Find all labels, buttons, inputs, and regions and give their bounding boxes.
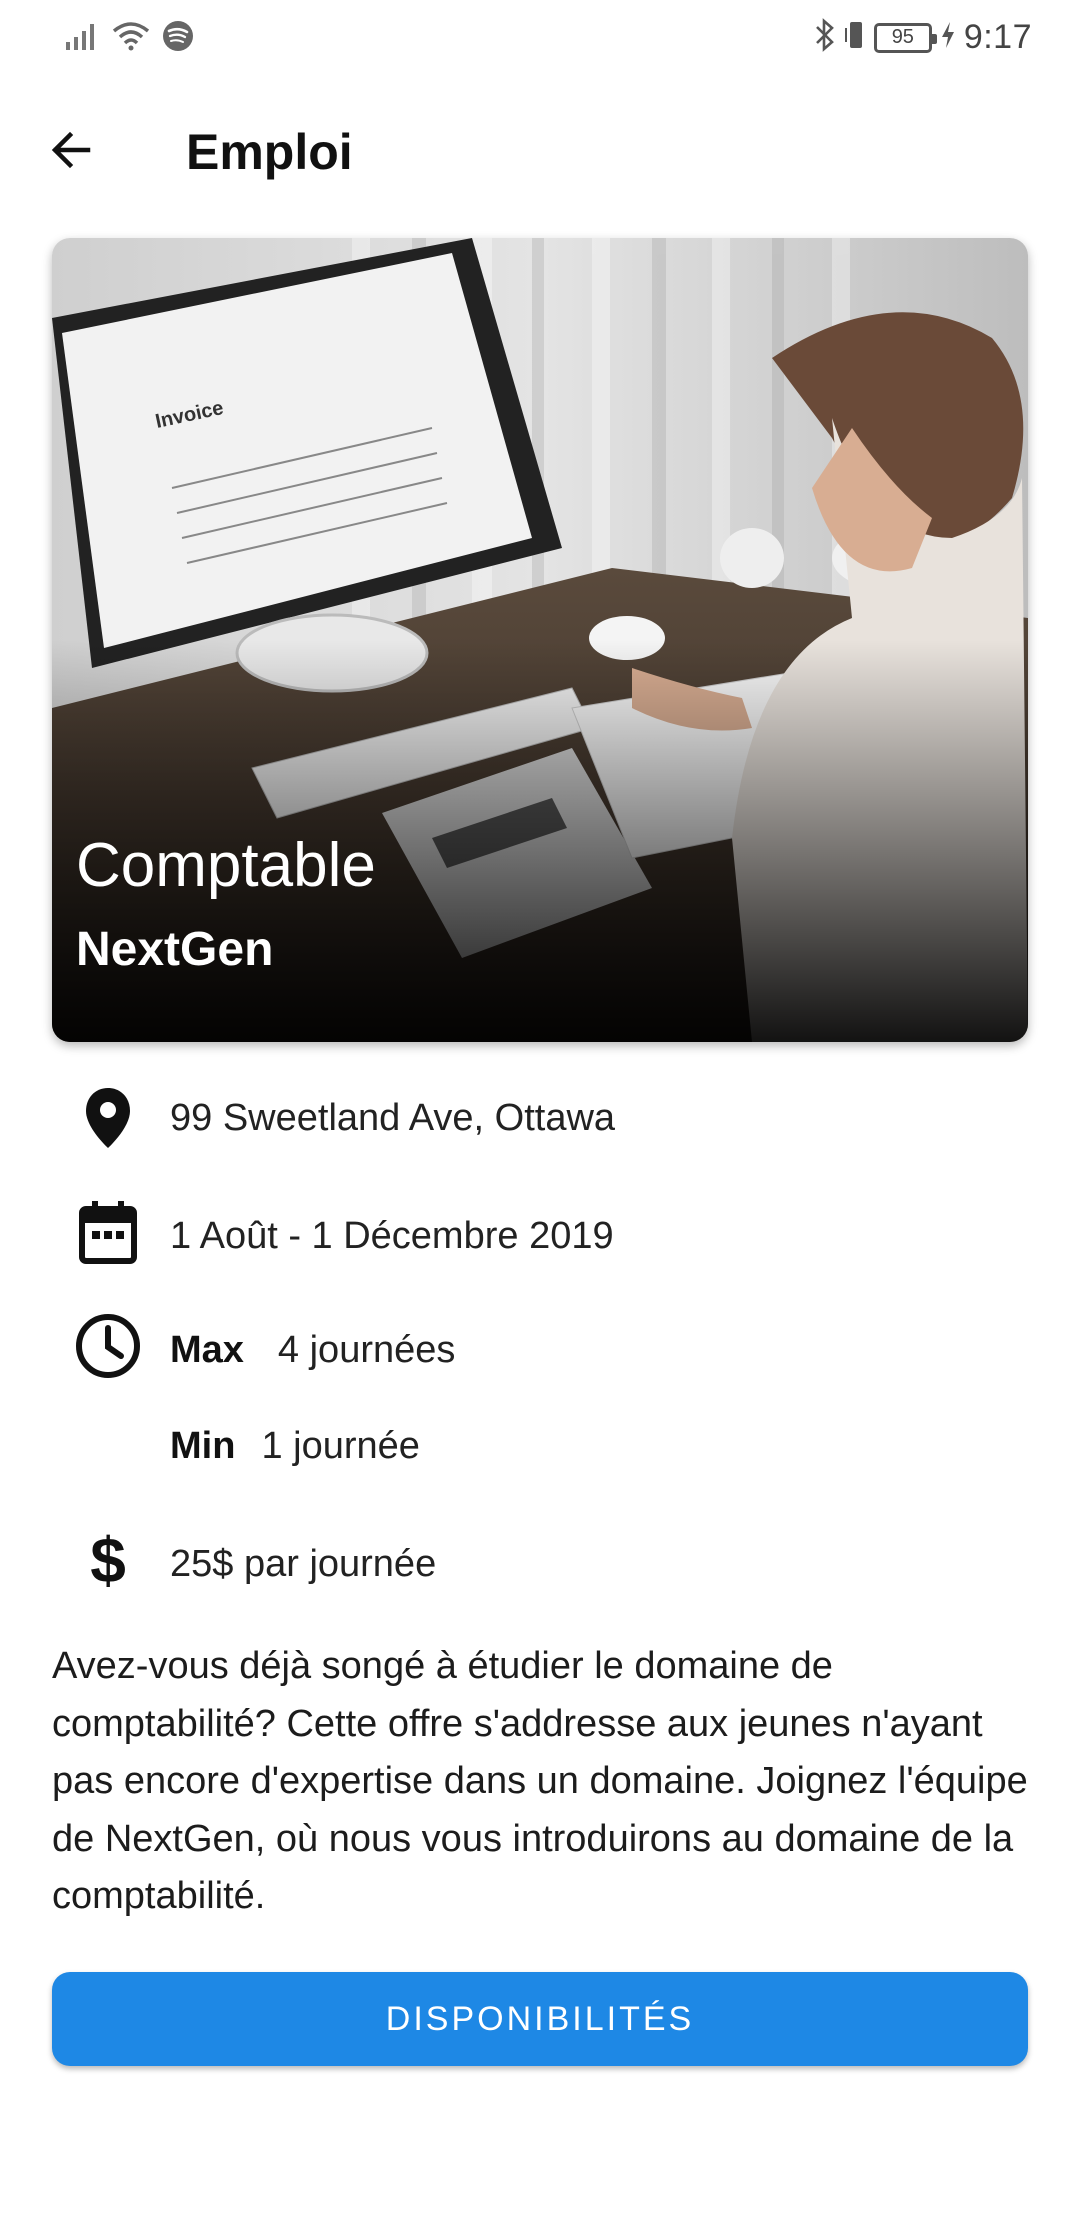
calendar-icon <box>72 1196 144 1268</box>
charging-icon <box>940 20 956 55</box>
min-duration: Min 1 journée <box>170 1422 420 1470</box>
max-duration: Max 4 journées <box>170 1326 455 1374</box>
status-left-icons <box>66 20 194 57</box>
arrow-left-icon <box>48 126 96 179</box>
min-value: 1 journée <box>261 1425 420 1467</box>
job-address: 99 Sweetland Ave, Ottawa <box>170 1097 616 1139</box>
job-description: Avez-vous déjà songé à étudier le domain… <box>52 1645 1028 1917</box>
company-name: NextGen <box>76 923 274 976</box>
max-label: Max <box>170 1329 244 1371</box>
job-title: Comptable <box>76 831 376 900</box>
pay-row: $ 25$ par journée <box>0 1524 1080 1596</box>
duration-max-row: Max 4 journées <box>0 1310 1080 1382</box>
svg-text:$: $ <box>90 1528 126 1592</box>
status-right-icons: 95 9:17 <box>814 18 1032 57</box>
location-pin-icon <box>72 1082 144 1154</box>
job-hero-card[interactable]: Invoice Comptable NextGen <box>52 238 1028 1042</box>
battery-icon: 95 <box>873 22 937 53</box>
duration-min-row: Min 1 journée <box>0 1406 1080 1478</box>
job-pay: 25$ par journée <box>170 1543 437 1585</box>
spotify-icon <box>162 20 194 57</box>
status-bar: 95 9:17 <box>0 0 1080 80</box>
address-row: 99 Sweetland Ave, Ottawa <box>0 1082 1080 1154</box>
vibrate-icon <box>844 18 866 57</box>
bluetooth-icon <box>814 18 836 57</box>
back-button[interactable] <box>40 120 104 184</box>
job-dates: 1 Août - 1 Décembre 2019 <box>170 1215 614 1257</box>
max-value: 4 journées <box>277 1329 456 1371</box>
wifi-icon <box>112 21 150 56</box>
status-time: 9:17 <box>963 18 1032 56</box>
availability-button[interactable]: DISPONIBILITÉS <box>52 1972 1028 2066</box>
signal-icon <box>66 22 100 55</box>
clock-icon <box>72 1310 144 1382</box>
page-title: Emploi <box>186 124 353 180</box>
dates-row: 1 Août - 1 Décembre 2019 <box>0 1196 1080 1268</box>
app-bar: Emploi <box>0 100 1080 210</box>
battery-level: 95 <box>891 26 914 48</box>
min-label: Min <box>170 1425 236 1467</box>
dollar-icon: $ <box>72 1524 144 1596</box>
